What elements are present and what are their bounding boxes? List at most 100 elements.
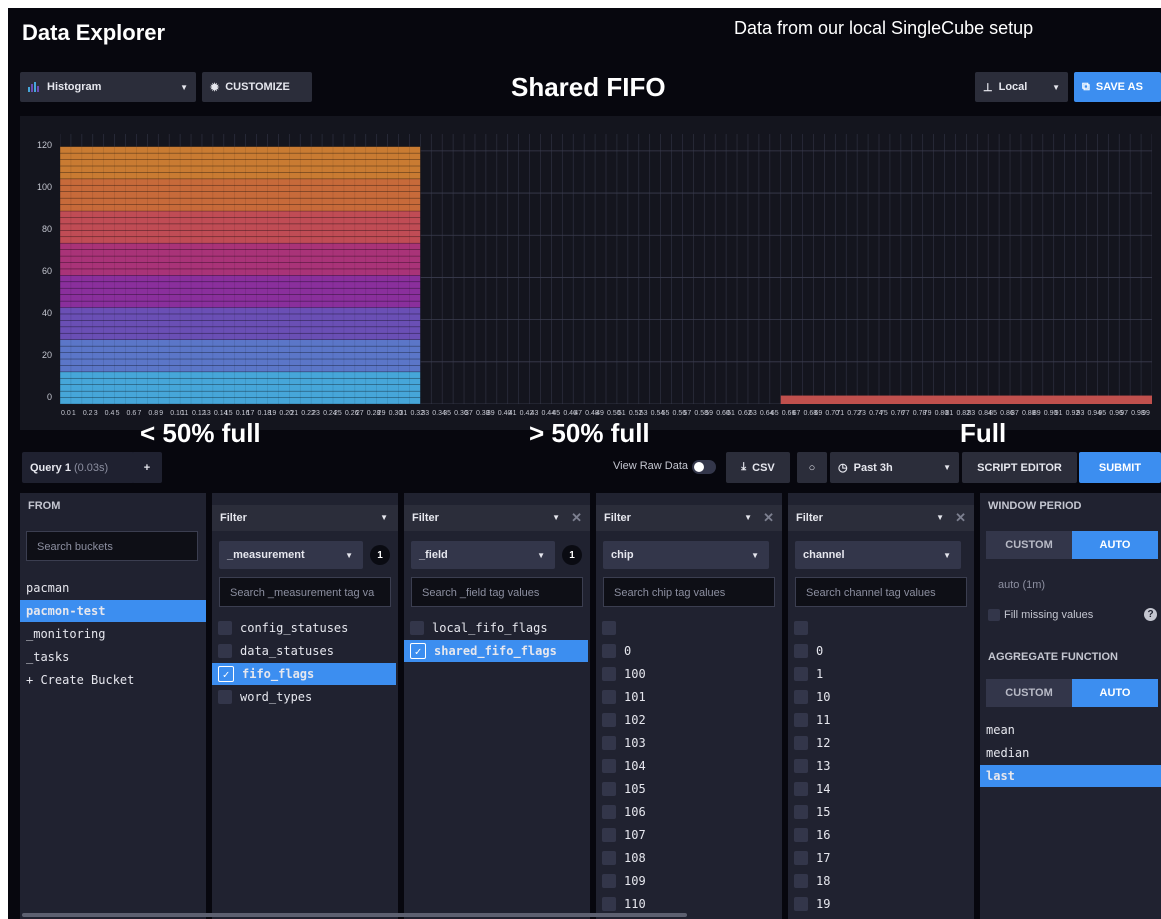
checkbox-icon[interactable]: [602, 713, 616, 727]
close-icon[interactable]: ✕: [955, 510, 966, 526]
channel-value-item[interactable]: 11: [788, 709, 974, 731]
checkbox-icon[interactable]: [602, 782, 616, 796]
search-channel-input[interactable]: Search channel tag values: [795, 577, 967, 607]
channel-value-item[interactable]: 19: [788, 893, 974, 915]
window-custom-button[interactable]: CUSTOM: [986, 531, 1072, 559]
search-chip-input[interactable]: Search chip tag values: [603, 577, 775, 607]
filter-header[interactable]: Filter ▼ ✕: [404, 505, 590, 531]
search-field-input[interactable]: Search _field tag values: [411, 577, 583, 607]
measurement-value-item[interactable]: word_types: [212, 686, 396, 708]
source-dropdown[interactable]: ⊥ Local ▼: [975, 72, 1068, 102]
aggregate-function-item[interactable]: last: [980, 765, 1161, 787]
checkbox-icon[interactable]: [794, 736, 808, 750]
checkbox-icon[interactable]: [602, 736, 616, 750]
checkbox-icon[interactable]: [794, 828, 808, 842]
search-buckets-input[interactable]: Search buckets: [26, 531, 198, 561]
channel-value-item[interactable]: 18: [788, 870, 974, 892]
field-value-item[interactable]: local_fifo_flags: [404, 617, 588, 639]
add-query-button[interactable]: +: [132, 452, 162, 483]
csv-button[interactable]: ⤓ CSV: [726, 452, 790, 483]
chip-value-item[interactable]: 105: [596, 778, 782, 800]
measurement-value-item[interactable]: config_statuses: [212, 617, 396, 639]
refresh-button[interactable]: ○: [797, 452, 827, 483]
checkbox-icon[interactable]: [602, 805, 616, 819]
checkbox-icon[interactable]: [602, 621, 616, 635]
checkbox-icon[interactable]: [602, 874, 616, 888]
customize-button[interactable]: ✹ CUSTOMIZE: [202, 72, 312, 102]
close-icon[interactable]: ✕: [571, 510, 582, 526]
aggregate-custom-button[interactable]: CUSTOM: [986, 679, 1072, 707]
channel-value-item[interactable]: 14: [788, 778, 974, 800]
checkbox-icon[interactable]: [794, 644, 808, 658]
checkbox-icon[interactable]: [602, 690, 616, 704]
checkbox-icon[interactable]: [794, 851, 808, 865]
checkbox-icon[interactable]: [218, 621, 232, 635]
channel-value-item[interactable]: 10: [788, 686, 974, 708]
filter-header[interactable]: Filter ▼ ✕: [596, 505, 782, 531]
chip-value-item[interactable]: 0: [596, 640, 782, 662]
chip-value-item[interactable]: 102: [596, 709, 782, 731]
bucket-item[interactable]: _tasks: [20, 646, 206, 668]
checkbox-icon[interactable]: [794, 874, 808, 888]
channel-value-item[interactable]: 0: [788, 640, 974, 662]
help-icon[interactable]: ?: [1144, 608, 1157, 621]
submit-button[interactable]: SUBMIT: [1079, 452, 1161, 483]
chip-value-item[interactable]: 100: [596, 663, 782, 685]
checkbox-icon[interactable]: [794, 805, 808, 819]
channel-value-item[interactable]: 17: [788, 847, 974, 869]
checkbox-icon[interactable]: ✓: [218, 666, 234, 682]
window-auto-button[interactable]: AUTO: [1072, 531, 1158, 559]
channel-value-item[interactable]: 16: [788, 824, 974, 846]
script-editor-button[interactable]: SCRIPT EDITOR: [962, 452, 1077, 483]
checkbox-icon[interactable]: [794, 690, 808, 704]
channel-value-item[interactable]: 15: [788, 801, 974, 823]
bucket-item[interactable]: pacmon-test: [20, 600, 206, 622]
chip-value-item[interactable]: 103: [596, 732, 782, 754]
checkbox-icon[interactable]: [602, 897, 616, 911]
checkbox-icon[interactable]: [602, 759, 616, 773]
search-measurement-input[interactable]: Search _measurement tag va: [219, 577, 391, 607]
aggregate-auto-button[interactable]: AUTO: [1072, 679, 1158, 707]
checkbox-icon[interactable]: ✓: [410, 643, 426, 659]
measurement-value-item[interactable]: ✓ fifo_flags: [212, 663, 396, 685]
bucket-item[interactable]: pacman: [20, 577, 206, 599]
time-range-dropdown[interactable]: ◷ Past 3h ▼: [830, 452, 959, 483]
chip-value-item[interactable]: 108: [596, 847, 782, 869]
tab-query-1[interactable]: Query 1 (0.03s): [22, 452, 134, 483]
checkbox-icon[interactable]: [602, 667, 616, 681]
bucket-item[interactable]: + Create Bucket: [20, 669, 206, 691]
checkbox-icon[interactable]: [410, 621, 424, 635]
view-raw-toggle[interactable]: [692, 460, 716, 474]
chip-value-item[interactable]: 104: [596, 755, 782, 777]
filter-header[interactable]: Filter ▼: [212, 505, 398, 531]
horizontal-scrollbar[interactable]: [22, 913, 687, 917]
checkbox-icon[interactable]: [794, 667, 808, 681]
checkbox-icon[interactable]: [794, 713, 808, 727]
chip-value-item[interactable]: 107: [596, 824, 782, 846]
checkbox-icon[interactable]: [602, 828, 616, 842]
field-key-dropdown[interactable]: _field ▼: [411, 541, 555, 569]
channel-value-item[interactable]: 13: [788, 755, 974, 777]
checkbox-icon[interactable]: [602, 851, 616, 865]
aggregate-function-item[interactable]: mean: [980, 719, 1161, 741]
measurement-key-dropdown[interactable]: _measurement ▼: [219, 541, 363, 569]
channel-value-item[interactable]: [788, 617, 974, 639]
channel-value-item[interactable]: 12: [788, 732, 974, 754]
checkbox-icon[interactable]: [218, 690, 232, 704]
filter-header[interactable]: Filter ▼ ✕: [788, 505, 974, 531]
chip-value-item[interactable]: 109: [596, 870, 782, 892]
channel-key-dropdown[interactable]: channel ▼: [795, 541, 961, 569]
field-value-item[interactable]: ✓ shared_fifo_flags: [404, 640, 588, 662]
fill-missing-checkbox[interactable]: [988, 609, 1000, 621]
aggregate-function-item[interactable]: median: [980, 742, 1161, 764]
close-icon[interactable]: ✕: [763, 510, 774, 526]
measurement-value-item[interactable]: data_statuses: [212, 640, 396, 662]
checkbox-icon[interactable]: [218, 644, 232, 658]
checkbox-icon[interactable]: [794, 621, 808, 635]
bucket-item[interactable]: _monitoring: [20, 623, 206, 645]
channel-value-item[interactable]: 1: [788, 663, 974, 685]
checkbox-icon[interactable]: [794, 897, 808, 911]
chip-value-item[interactable]: 106: [596, 801, 782, 823]
checkbox-icon[interactable]: [794, 782, 808, 796]
checkbox-icon[interactable]: [602, 644, 616, 658]
